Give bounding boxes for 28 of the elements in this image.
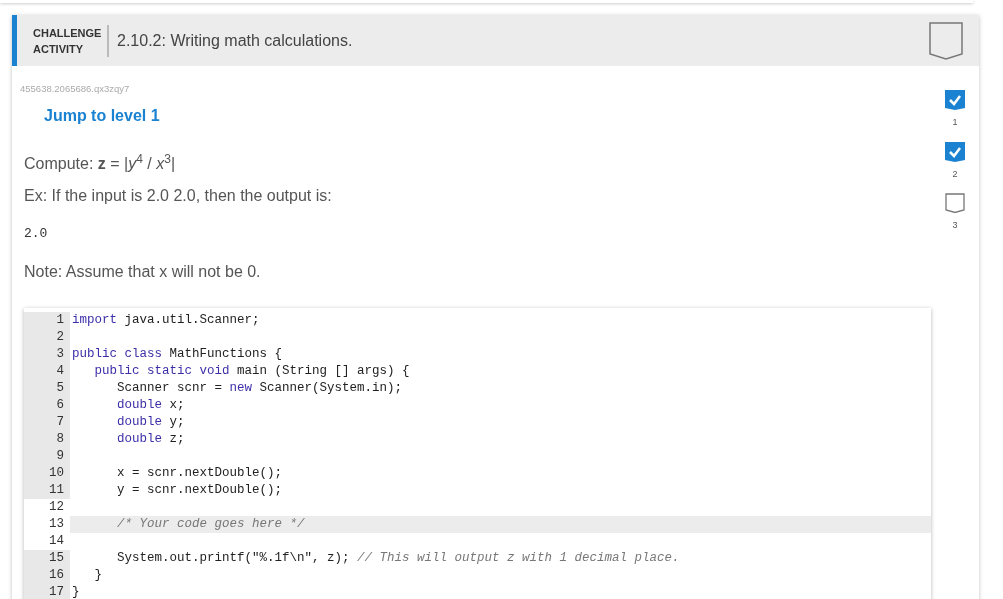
level-number: 1 bbox=[952, 116, 958, 129]
note-text: Note: Assume that x will not be 0. bbox=[24, 261, 262, 282]
jump-to-level-link[interactable]: Jump to level 1 bbox=[44, 107, 160, 125]
level-marker[interactable] bbox=[942, 90, 968, 112]
example-text: Ex: If the input is 2.0 2.0, then the output is: bbox=[24, 186, 333, 207]
code-line: Scanner scnr = new Scanner(System.in); bbox=[116, 379, 404, 397]
code-line: public class MathFunctions { bbox=[71, 345, 284, 363]
code-line: } bbox=[93, 566, 103, 584]
activity-id: 455638.2065686.qx3zqy7 bbox=[20, 82, 131, 96]
code-line: double y; bbox=[116, 413, 186, 431]
code-line: double x; bbox=[116, 396, 186, 414]
code-line: x = scnr.nextDouble(); bbox=[116, 464, 284, 482]
line-number: 1 bbox=[24, 311, 70, 329]
prompt-text: Compute: z = |y$^{4}$ / x$^{3}$| bbox=[24, 152, 177, 175]
code-line: double z; bbox=[116, 430, 186, 448]
code-line: y = scnr.nextDouble(); bbox=[116, 481, 284, 499]
code-line: System.out.printf("%.1f\n", z); // This will output z with 1 decimal place. bbox=[116, 549, 681, 567]
level-marker[interactable] bbox=[942, 141, 968, 164]
example-output: 2.0 bbox=[24, 225, 49, 244]
bookmark-icon[interactable] bbox=[929, 21, 963, 60]
activity-type-label: CHALLENGE ACTIVITY bbox=[33, 25, 99, 57]
code-line: import java.util.Scanner; bbox=[71, 311, 261, 329]
code-line: public static void main (String [] args) { bbox=[93, 362, 411, 380]
code-line: } bbox=[71, 583, 81, 599]
level-number: 2 bbox=[952, 167, 958, 181]
activity-title: 2.10.2: Writing math calculations. bbox=[117, 30, 354, 51]
level-marker[interactable] bbox=[942, 193, 968, 215]
level-number: 3 bbox=[952, 219, 958, 232]
